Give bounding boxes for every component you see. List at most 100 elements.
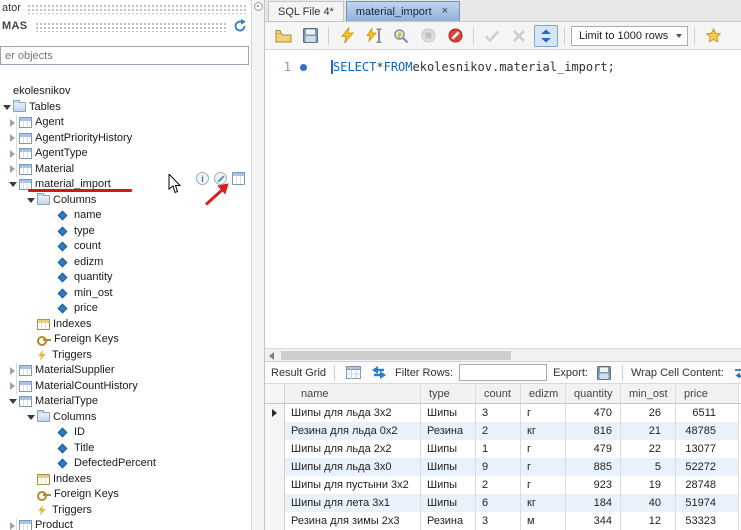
cell[interactable]: 344 (566, 512, 621, 530)
tree-item-product[interactable]: Product (0, 518, 251, 530)
tree-item-column-id[interactable]: ID (0, 425, 251, 441)
tree-item-column-count[interactable]: count (0, 239, 251, 255)
table-row[interactable]: Шипы для лета 3x1 Шипы 6 кг 184 40 51974 (265, 494, 741, 512)
row-selector[interactable] (265, 512, 285, 530)
cell[interactable]: 19 (621, 476, 676, 494)
save-script-button[interactable] (298, 25, 322, 47)
table-row[interactable]: Резина для зимы 2x3 Резина 3 м 344 12 53… (265, 512, 741, 530)
table-row[interactable]: Шипы для льда 2x2 Шипы 1 г 479 22 13077 (265, 440, 741, 458)
row-selector[interactable] (265, 404, 285, 422)
header-quantity[interactable]: quantity (566, 384, 621, 403)
cell[interactable]: 470 (566, 404, 621, 422)
commit-button[interactable] (480, 25, 504, 47)
cell[interactable]: 13077 (676, 440, 739, 458)
cell[interactable]: Резина для зимы 2x3 (285, 512, 421, 530)
tree-item-column-name[interactable]: name (0, 208, 251, 224)
cell[interactable]: 5 (621, 458, 676, 476)
row-selector[interactable] (265, 422, 285, 440)
cell[interactable]: Шипы для льда 3x2 (285, 404, 421, 422)
header-name[interactable]: name (285, 384, 421, 403)
cell[interactable]: Шипы для лета 3x1 (285, 494, 421, 512)
expander-icon[interactable] (8, 177, 17, 192)
tab-sql-file[interactable]: SQL File 4* (268, 1, 344, 21)
cell[interactable]: Шипы для льда 3x0 (285, 458, 421, 476)
cell[interactable]: 51974 (676, 494, 739, 512)
cell[interactable]: Шипы для льда 2x2 (285, 440, 421, 458)
cell[interactable]: 2 (476, 476, 521, 494)
expander-icon[interactable] (26, 410, 35, 425)
header-price[interactable]: price (676, 384, 739, 403)
table-row[interactable]: Шипы для льда 3x0 Шипы 9 г 885 5 52272 (265, 458, 741, 476)
tree-item-column-type[interactable]: type (0, 224, 251, 240)
expander-icon[interactable] (8, 518, 17, 530)
cell[interactable]: Резина (421, 512, 476, 530)
tree-item-agentpriorityhistory[interactable]: AgentPriorityHistory (0, 131, 251, 147)
cell[interactable]: 885 (566, 458, 621, 476)
cell[interactable]: г (521, 458, 566, 476)
cell[interactable]: 3 (476, 404, 521, 422)
cell[interactable]: 6 (476, 494, 521, 512)
tree-item-foreign-keys[interactable]: Foreign Keys (0, 487, 251, 503)
table-row[interactable]: Шипы для льда 3x2 Шипы 3 г 470 26 6511 (265, 404, 741, 422)
rollback-button[interactable] (507, 25, 531, 47)
cell[interactable]: 816 (566, 422, 621, 440)
cell[interactable]: Шипы (421, 494, 476, 512)
tree-item-columns[interactable]: Columns (0, 410, 251, 426)
cell[interactable]: 22 (621, 440, 676, 458)
tree-item-column-min-ost[interactable]: min_ost (0, 286, 251, 302)
open-script-button[interactable] (271, 25, 295, 47)
cell[interactable]: г (521, 440, 566, 458)
cell[interactable]: 26 (621, 404, 676, 422)
cell[interactable]: 3 (476, 512, 521, 530)
table-data-icon[interactable] (232, 172, 245, 185)
cell[interactable]: 2 (476, 422, 521, 440)
cell[interactable]: 6511 (676, 404, 739, 422)
scroll-left-icon[interactable] (269, 352, 274, 360)
cell[interactable]: Шипы (421, 404, 476, 422)
tree-item-materialsupplier[interactable]: MaterialSupplier (0, 363, 251, 379)
execute-current-statement-button[interactable] (362, 25, 386, 47)
tree-item-indexes[interactable]: Indexes (0, 317, 251, 333)
cell[interactable]: г (521, 476, 566, 494)
tree-item-column-quantity[interactable]: quantity (0, 270, 251, 286)
expander-icon[interactable] (8, 115, 17, 131)
expander-icon[interactable] (8, 131, 17, 147)
tree-item-triggers[interactable]: Triggers (0, 348, 251, 364)
panel-splitter[interactable] (251, 0, 264, 530)
grid-view-button[interactable] (343, 362, 363, 384)
cell[interactable]: г (521, 404, 566, 422)
cell[interactable]: 48785 (676, 422, 739, 440)
refresh-schemas-icon[interactable] (233, 19, 247, 33)
table-row[interactable]: Шипы для пустыни 3x2 Шипы 2 г 923 19 287… (265, 476, 741, 494)
row-selector[interactable] (265, 494, 285, 512)
cell[interactable]: м (521, 512, 566, 530)
cell[interactable]: 9 (476, 458, 521, 476)
expander-icon[interactable] (8, 363, 17, 379)
tree-item-column-title[interactable]: Title (0, 441, 251, 457)
tree-item-triggers[interactable]: Triggers (0, 503, 251, 519)
autocommit-toggle-button[interactable] (534, 25, 558, 47)
header-min-ost[interactable]: min_ost (621, 384, 676, 403)
cell[interactable]: 21 (621, 422, 676, 440)
expander-icon[interactable] (26, 193, 35, 208)
cell[interactable]: 28748 (676, 476, 739, 494)
export-button[interactable] (594, 362, 614, 384)
tree-item-ekolesnikov[interactable]: ekolesnikov (0, 84, 251, 100)
cell[interactable]: кг (521, 494, 566, 512)
tree-item-agent[interactable]: Agent (0, 115, 251, 131)
cell[interactable]: 12 (621, 512, 676, 530)
scrollbar-thumb[interactable] (281, 351, 511, 360)
tree-item-agenttype[interactable]: AgentType (0, 146, 251, 162)
expander-icon[interactable] (8, 146, 17, 162)
filter-objects-input[interactable] (0, 46, 249, 65)
filter-rows-input[interactable] (459, 364, 547, 381)
refresh-grid-button[interactable] (369, 362, 389, 384)
cell[interactable]: кг (521, 422, 566, 440)
panel-options-icon[interactable] (254, 2, 263, 11)
table-info-icon[interactable] (196, 172, 209, 185)
save-snippet-button[interactable] (701, 25, 725, 47)
cell[interactable]: 40 (621, 494, 676, 512)
stop-button[interactable] (416, 25, 440, 47)
cell[interactable]: 52272 (676, 458, 739, 476)
cell[interactable]: 184 (566, 494, 621, 512)
